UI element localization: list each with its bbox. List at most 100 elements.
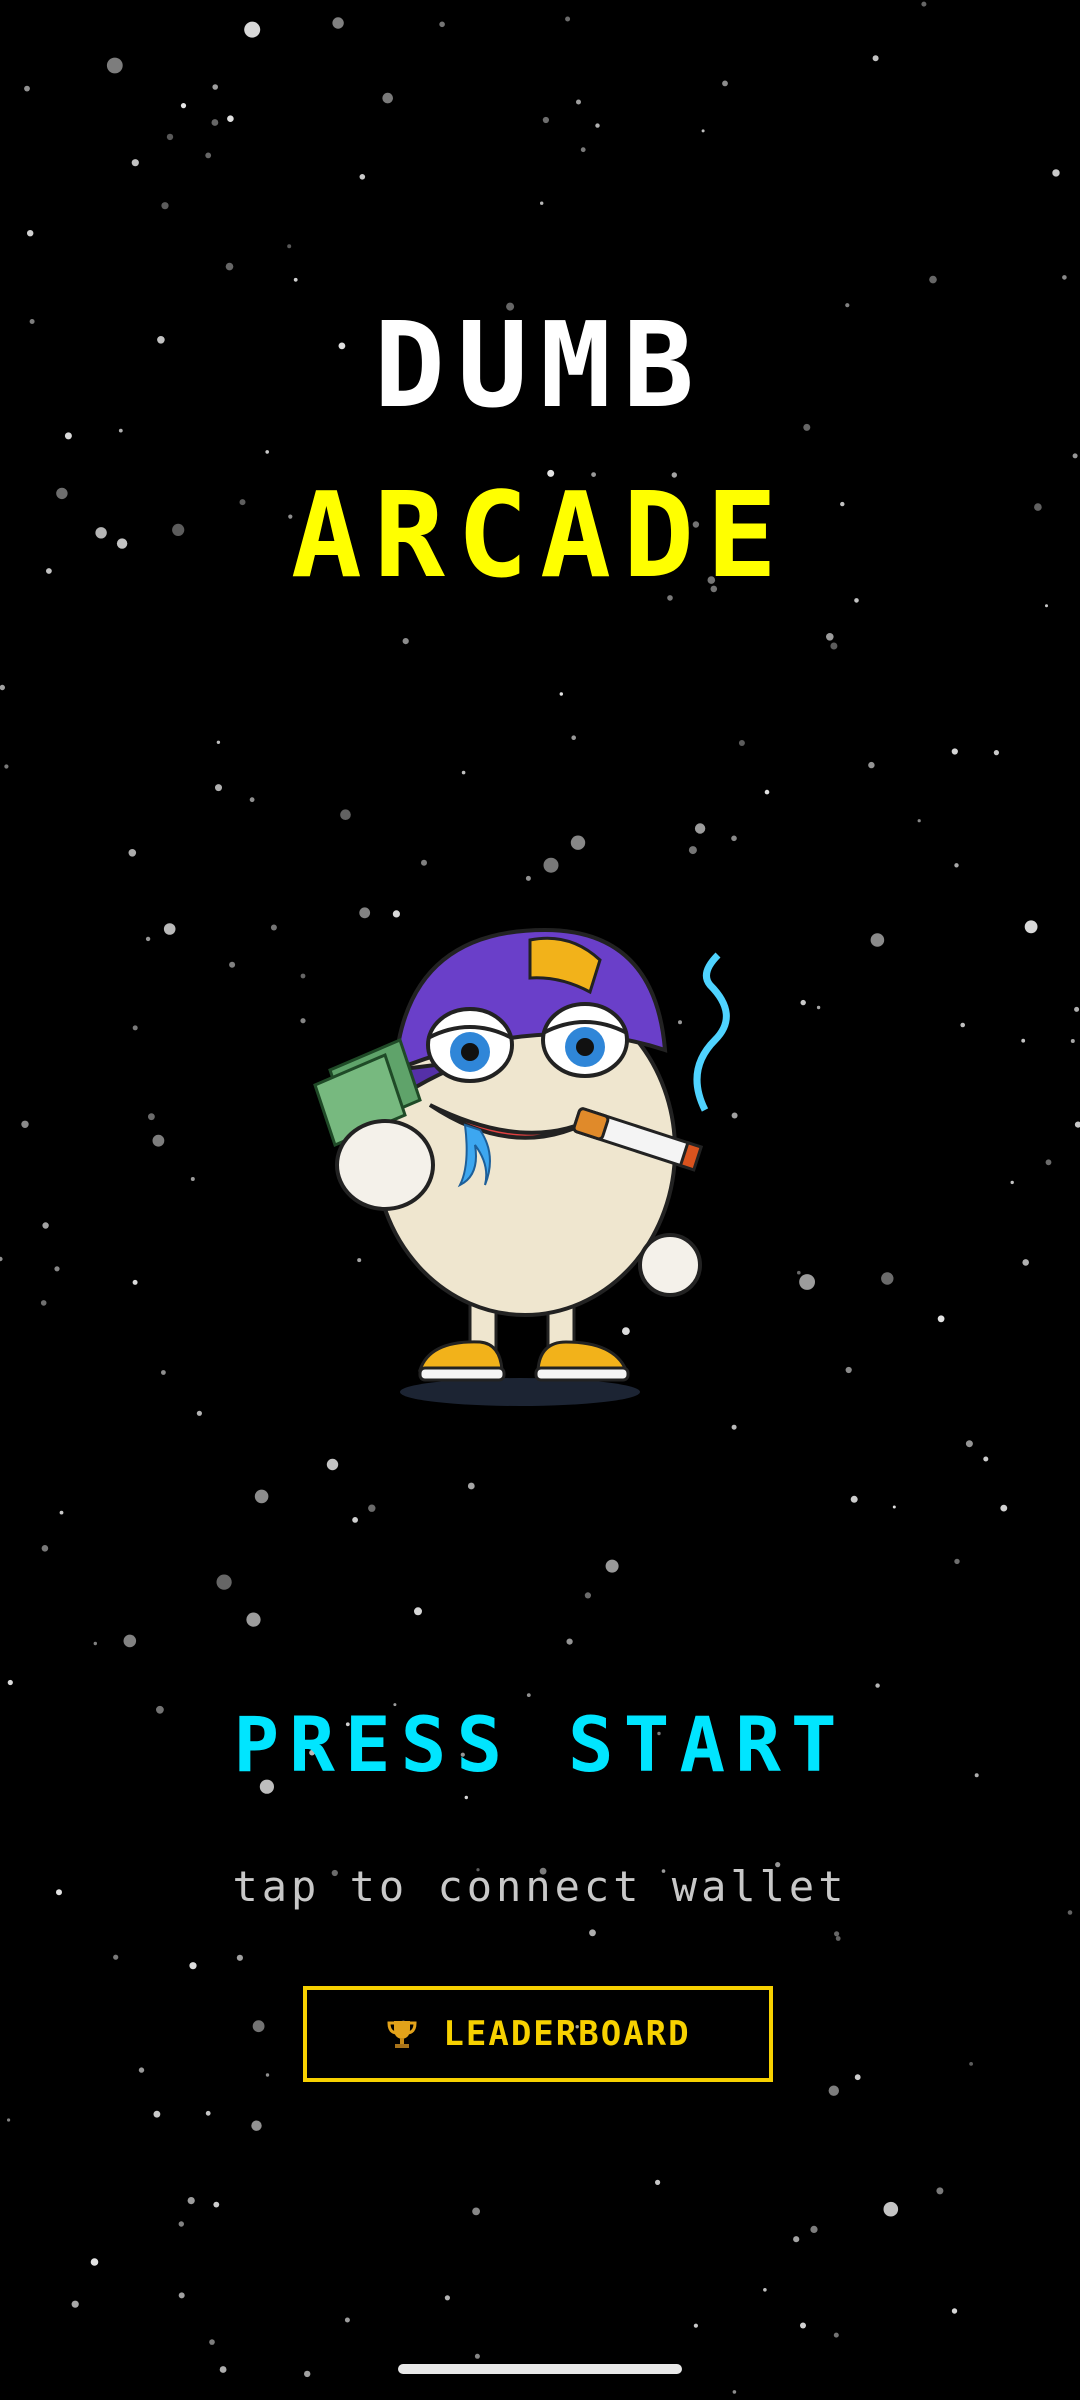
star [287,244,292,249]
star [293,277,298,282]
star [868,761,875,769]
star [883,2201,899,2217]
star [196,1410,202,1416]
star [826,633,834,641]
trophy-icon [387,2021,417,2048]
star [21,1120,29,1129]
star [951,748,958,755]
star [187,2197,195,2205]
home-indicator[interactable] [398,2364,682,2374]
star [570,835,586,850]
star [1045,604,1048,608]
star [300,1018,306,1024]
star [892,1505,896,1509]
star [655,2179,661,2185]
star [246,1612,261,1627]
star [368,1504,376,1512]
star [27,230,34,237]
star [701,129,705,133]
star [40,1300,47,1306]
star [1045,1159,1052,1166]
press-start-button[interactable]: PRESS START [0,1700,1080,1789]
star [344,2317,350,2323]
star [845,1366,852,1374]
star [215,784,222,792]
star [166,133,174,141]
star [688,846,697,855]
star [212,84,218,90]
star [580,147,586,153]
star [525,875,531,881]
title-dumb: DUMB [373,296,707,434]
star [472,2207,480,2216]
star [833,2332,839,2338]
star [542,116,550,124]
star [216,1574,232,1590]
star [0,684,5,691]
star [190,1177,195,1181]
star [178,2292,185,2299]
star [1074,1006,1080,1012]
star [128,849,137,857]
star [359,174,366,180]
star [145,936,151,942]
star [414,1607,422,1616]
star [937,1315,945,1323]
star [1021,1038,1026,1043]
star [1000,1504,1008,1512]
star [965,1440,973,1448]
star [763,2288,767,2292]
star [131,159,139,167]
star [300,973,306,979]
star [213,2201,220,2208]
star [265,450,270,454]
star [793,2236,800,2243]
star [881,1272,894,1285]
star [474,2353,480,2359]
star [732,2390,737,2394]
star [936,2187,944,2195]
egg-mascot-icon [313,927,730,1406]
star [148,1113,155,1121]
star [1022,1259,1029,1266]
star [41,1545,49,1552]
star [270,924,277,931]
star [132,1025,138,1031]
star [161,202,169,210]
star [830,642,838,650]
star [205,2110,211,2116]
star [983,1456,989,1462]
star [738,740,745,746]
star [209,2339,215,2345]
star [93,1641,98,1646]
star [254,1489,269,1504]
star [0,1256,3,1262]
star [951,2308,958,2314]
star [800,2322,806,2329]
star [332,17,344,29]
star [352,1517,358,1523]
star [540,201,544,205]
star [1024,920,1038,934]
star [1062,275,1067,280]
star [731,1424,737,1430]
star [810,2225,818,2233]
star [543,857,559,873]
star [244,21,261,38]
star [123,1634,137,1648]
star [138,2067,145,2073]
star [854,2074,861,2081]
star [875,1683,880,1688]
leaderboard-button[interactable]: LEADERBOARD [303,1986,773,2082]
star [421,859,427,866]
connect-wallet-hint: tap to connect wallet [232,1862,848,1911]
star [132,1279,138,1285]
star [161,1370,166,1375]
star [229,961,236,968]
star [559,692,563,696]
star [526,1693,531,1697]
star [1072,453,1078,459]
star [59,1510,64,1515]
star [764,789,770,795]
star [24,85,30,92]
